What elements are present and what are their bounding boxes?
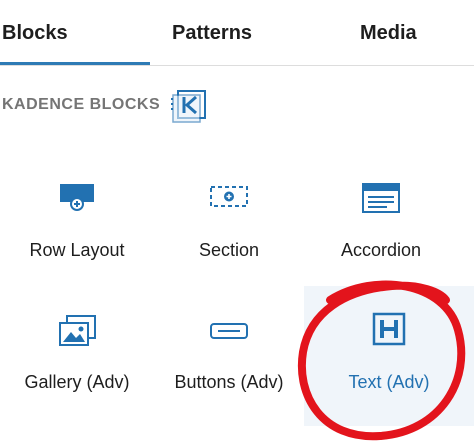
tab-blocks[interactable]: Blocks: [2, 18, 68, 48]
block-label: Accordion: [340, 240, 422, 260]
block-label: Gallery (Adv): [24, 372, 130, 392]
block-accordion[interactable]: Accordion: [306, 168, 456, 288]
block-text-adv[interactable]: Text (Adv): [304, 286, 474, 426]
category-title: KADENCE BLOCKS: [2, 96, 161, 113]
kadence-logo-icon: [171, 90, 206, 123]
section-icon: [210, 186, 248, 207]
heading-icon: [372, 312, 406, 346]
block-gallery-adv[interactable]: Gallery (Adv): [2, 300, 152, 420]
inserter-tabs: Blocks Patterns Media: [0, 0, 474, 66]
gallery-icon: [59, 315, 96, 346]
row-layout-icon: [60, 184, 94, 211]
block-row-layout[interactable]: Row Layout: [2, 168, 152, 288]
block-label: Row Layout: [29, 240, 125, 260]
block-section[interactable]: Section: [154, 168, 304, 288]
accordion-icon: [362, 183, 400, 213]
tab-patterns[interactable]: Patterns: [172, 18, 252, 48]
block-label: Section: [198, 240, 260, 260]
tab-media[interactable]: Media: [360, 18, 417, 48]
buttons-icon: [210, 323, 248, 339]
block-buttons-adv[interactable]: Buttons (Adv): [154, 300, 304, 420]
block-label: Buttons (Adv): [174, 372, 284, 392]
tabs-divider: [0, 65, 474, 66]
block-label: Text (Adv): [348, 372, 430, 392]
